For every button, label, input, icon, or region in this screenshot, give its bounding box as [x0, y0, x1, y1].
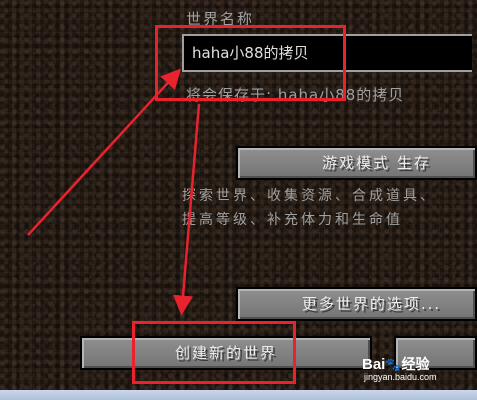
annotation-arrows [27, 68, 201, 316]
arrow-to-create-button [173, 103, 201, 316]
paw-icon: 🐾 [385, 358, 402, 373]
arrow-to-name-field [27, 68, 182, 236]
watermark-brand-left: Bai [362, 356, 386, 373]
watermark-brand-right: 经验 [401, 357, 430, 373]
baidu-jingyan-watermark: Bai🐾经验 jingyan.baidu.com [362, 354, 437, 382]
watermark-url: jingyan.baidu.com [364, 372, 437, 382]
windows-taskbar [0, 390, 477, 400]
